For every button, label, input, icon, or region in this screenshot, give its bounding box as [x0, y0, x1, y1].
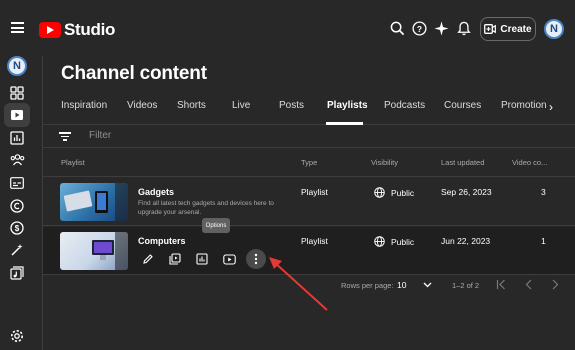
studio-logo[interactable]: Studio	[39, 20, 115, 40]
playlist-type: Playlist	[301, 187, 328, 197]
filter-icon[interactable]	[59, 132, 71, 141]
playlist-visibility[interactable]: Public	[374, 187, 414, 198]
sparkle-icon[interactable]	[433, 20, 450, 37]
tab-inspiration[interactable]: Inspiration	[61, 100, 107, 111]
column-header-playlist[interactable]: Playlist	[61, 158, 85, 167]
community-icon[interactable]	[9, 152, 25, 168]
playlist-title[interactable]: Computers	[138, 236, 186, 246]
tab-playlists[interactable]: Playlists	[327, 100, 368, 111]
filter-bar: Filter	[43, 126, 575, 148]
settings-icon[interactable]	[9, 328, 25, 344]
playlist-analytics-icon[interactable]	[192, 249, 212, 269]
playlist-visibility[interactable]: Public	[374, 236, 414, 247]
active-tab-indicator	[326, 122, 363, 125]
column-header-visibility[interactable]: Visibility	[371, 158, 398, 167]
svg-text:$: $	[15, 224, 20, 233]
rows-per-page-label: Rows per page:	[341, 281, 394, 290]
content-icon[interactable]	[9, 107, 25, 123]
visibility-label: Public	[391, 187, 415, 198]
table-row[interactable]: Gadgets Find all latest tech gadgets and…	[43, 178, 575, 226]
prev-page-icon[interactable]	[525, 279, 533, 290]
first-page-icon[interactable]	[496, 279, 506, 290]
earn-icon[interactable]: $	[9, 220, 25, 236]
playlist-video-count: 3	[541, 187, 546, 197]
search-icon[interactable]	[389, 20, 406, 37]
filter-input[interactable]: Filter	[89, 130, 111, 141]
help-icon[interactable]: ?	[411, 20, 428, 37]
globe-icon	[374, 236, 385, 247]
next-page-icon[interactable]	[551, 279, 559, 290]
playlist-thumbnail[interactable]	[60, 183, 128, 221]
menu-icon[interactable]	[11, 22, 24, 33]
playlist-thumbnail[interactable]	[60, 232, 128, 270]
tab-videos[interactable]: Videos	[127, 100, 157, 111]
create-button[interactable]: Create	[480, 17, 536, 41]
column-header-last-updated[interactable]: Last updated	[441, 158, 484, 167]
svg-text:?: ?	[417, 24, 422, 34]
dashboard-icon[interactable]	[9, 85, 25, 101]
add-to-playlist-icon[interactable]	[165, 249, 185, 269]
youtube-logo-icon	[39, 22, 61, 38]
column-header-type[interactable]: Type	[301, 158, 317, 167]
logo-text: Studio	[64, 20, 116, 39]
tab-posts[interactable]: Posts	[279, 100, 304, 111]
copyright-icon[interactable]	[9, 198, 25, 214]
tab-shorts[interactable]: Shorts	[177, 100, 206, 111]
content-tabs: Inspiration Videos Shorts Live Posts Pla…	[43, 100, 575, 125]
tab-podcasts[interactable]: Podcasts	[384, 100, 425, 111]
left-nav: N $	[0, 56, 36, 350]
subtitles-icon[interactable]	[9, 175, 25, 191]
bell-icon[interactable]	[455, 20, 472, 37]
visibility-label: Public	[391, 236, 415, 247]
tab-courses[interactable]: Courses	[444, 100, 481, 111]
analytics-icon[interactable]	[9, 130, 25, 146]
playlist-last-updated: Sep 26, 2023	[441, 187, 492, 197]
pagination-range: 1–2 of 2	[452, 281, 480, 290]
chevron-down-icon[interactable]	[423, 282, 432, 288]
options-tooltip: Options	[202, 218, 230, 233]
table-header: Playlist Type Visibility Last updated Vi…	[43, 149, 575, 177]
tab-promotion[interactable]: Promotion	[501, 100, 547, 111]
tab-live[interactable]: Live	[232, 100, 250, 111]
channel-avatar[interactable]: N	[7, 56, 27, 76]
customization-icon[interactable]	[9, 242, 25, 258]
playlist-stack-overlay	[115, 183, 128, 221]
annotation-arrow	[269, 257, 328, 311]
top-bar: Studio ? Create N	[0, 0, 575, 56]
globe-icon	[374, 187, 385, 198]
page-title: Channel content	[61, 63, 207, 84]
create-label: Create	[500, 23, 532, 35]
playlist-description: Find all latest tech gadgets and devices…	[138, 200, 274, 216]
more-vert-icon[interactable]	[246, 249, 266, 269]
playlist-video-count: 1	[541, 236, 546, 246]
column-header-video-count[interactable]: Video co...	[512, 158, 547, 167]
playlist-last-updated: Jun 22, 2023	[441, 236, 491, 246]
create-video-icon	[484, 24, 497, 34]
youtube-icon[interactable]	[219, 249, 239, 269]
playlist-stack-overlay	[115, 232, 128, 270]
account-avatar[interactable]: N	[544, 19, 564, 39]
tabs-scroll-right-icon[interactable]: ›	[549, 100, 553, 114]
audio-library-icon[interactable]	[9, 265, 25, 281]
rows-per-page-select[interactable]: 10	[397, 280, 406, 290]
playlist-title[interactable]: Gadgets	[138, 187, 174, 197]
playlist-type: Playlist	[301, 236, 328, 246]
edit-icon[interactable]	[138, 249, 158, 269]
